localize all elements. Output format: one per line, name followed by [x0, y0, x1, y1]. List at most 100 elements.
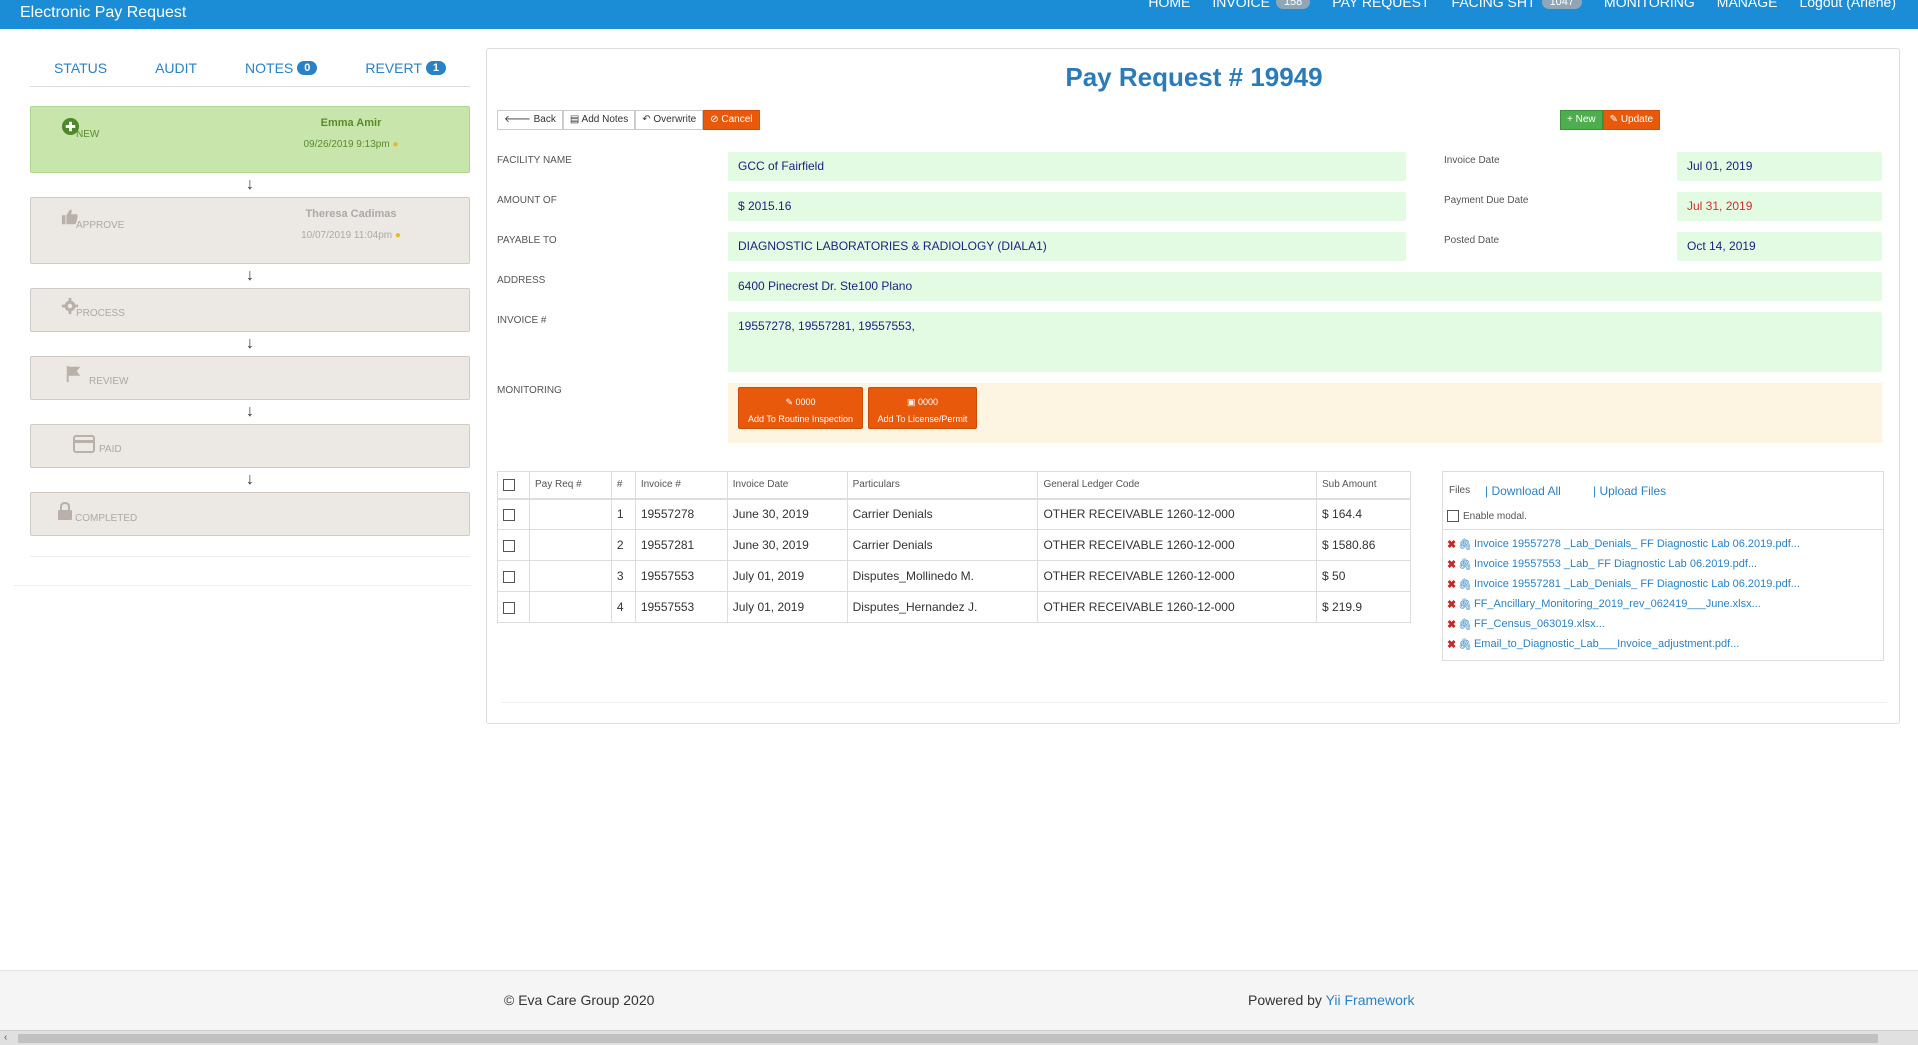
pencil-icon: ✎ — [1609, 114, 1619, 125]
delete-icon[interactable]: ✖ — [1447, 538, 1458, 551]
delete-icon[interactable]: ✖ — [1447, 598, 1458, 611]
stage-new: NEW Emma Amir 09/26/2019 9:13pm ● — [30, 106, 470, 173]
cell-particulars: Disputes_Hernandez J. — [846, 591, 1039, 623]
upload-files-link[interactable]: | Upload Files — [1593, 484, 1666, 498]
enable-modal-checkbox[interactable] — [1447, 510, 1459, 522]
files-title: Files — [1449, 485, 1471, 496]
table-row: 1 19557278 June 30, 2019 Carrier Denials… — [497, 498, 1411, 530]
update-button[interactable]: ✎ Update — [1602, 110, 1661, 130]
stage-completed-label: COMPLETED — [75, 513, 138, 524]
file-link[interactable]: FF_Ancillary_Monitoring_2019_rev_062419_… — [1474, 598, 1761, 610]
list-item: ✖ 🖇 FF_Ancillary_Monitoring_2019_rev_06241… — [1447, 594, 1879, 614]
tab-status[interactable]: STATUS — [54, 60, 107, 76]
nav-pay-request[interactable]: PAY REQUEST — [1332, 0, 1429, 10]
tab-notes[interactable]: NOTES 0 — [245, 60, 318, 76]
cell-particulars: Disputes_Mollinedo M. — [846, 560, 1039, 592]
download-all-link[interactable]: | Download All — [1485, 484, 1561, 498]
notes-count-badge: 0 — [297, 61, 318, 75]
enable-modal-option[interactable]: Enable modal. — [1447, 510, 1527, 522]
tab-audit[interactable]: AUDIT — [155, 60, 197, 76]
tab-revert[interactable]: REVERT 1 — [365, 60, 447, 76]
row-checkbox[interactable] — [503, 601, 515, 614]
amount-field[interactable]: $ 2015.16 — [728, 192, 1406, 221]
posted-date-label: Posted Date — [1444, 235, 1500, 246]
delete-icon[interactable]: ✖ — [1447, 578, 1458, 591]
facility-name-field[interactable]: GCC of Fairfield — [728, 152, 1406, 181]
stage-approve-date: 10/07/2019 11:04pm ● — [251, 230, 451, 241]
nav-manage[interactable]: MANAGE — [1717, 0, 1778, 10]
stage-new-date: 09/26/2019 9:13pm ● — [251, 139, 451, 150]
id-card-icon: ▣ — [906, 397, 916, 407]
list-item: ✖ 🖇 Invoice 19557281 _Lab_Denials_ FF Diag… — [1447, 574, 1879, 594]
new-button[interactable]: + New — [1560, 110, 1603, 130]
files-header: Files | Download All | Upload Files Enab… — [1443, 472, 1883, 530]
divider — [14, 585, 471, 586]
cell-number: 4 — [610, 591, 636, 623]
comment-icon[interactable]: ● — [392, 139, 398, 150]
delete-icon[interactable]: ✖ — [1447, 638, 1458, 651]
cell-invoice-date: June 30, 2019 — [726, 498, 848, 530]
file-link[interactable]: Email_to_Diagnostic_Lab___Invoice_adjust… — [1474, 638, 1739, 650]
row-checkbox[interactable] — [503, 509, 515, 522]
arrow-down-icon: ↓ — [246, 335, 254, 352]
select-all-checkbox[interactable] — [503, 478, 515, 491]
cell-sub-amount: $ 219.9 — [1316, 591, 1411, 623]
cell-sub-amount: $ 1580.86 — [1316, 529, 1411, 561]
cell-particulars: Carrier Denials — [846, 529, 1039, 561]
cell-particulars: Carrier Denials — [846, 498, 1039, 530]
row-checkbox[interactable] — [503, 539, 515, 552]
nav-facing-sheet[interactable]: FACING SHT 1047 — [1452, 0, 1583, 10]
app-title[interactable]: Electronic Pay Request — [20, 4, 186, 22]
tab-revert-label: REVERT — [365, 60, 422, 76]
file-link[interactable]: Invoice 19557281 _Lab_Denials_ FF Diagno… — [1474, 578, 1800, 590]
stage-review: REVIEW — [30, 356, 470, 400]
back-button[interactable]: 🡐 Back — [497, 110, 563, 130]
divider — [501, 702, 1887, 703]
main-nav: HOME INVOICE 158 PAY REQUEST FACING SHT 10… — [1148, 0, 1896, 10]
add-routine-inspection-button[interactable]: ✎ 0000 Add To Routine Inspection — [738, 387, 863, 429]
file-link[interactable]: Invoice 19557278 _Lab_Denials_ FF Diagno… — [1474, 538, 1800, 550]
file-link[interactable]: FF_Census_063019.xlsx... — [1474, 618, 1605, 630]
invoice-date-field[interactable]: Jul 01, 2019 — [1677, 152, 1882, 181]
scroll-left-icon[interactable]: ‹ — [4, 1032, 7, 1043]
address-field[interactable]: 6400 Pinecrest Dr. Ste100 Plano — [728, 272, 1882, 301]
delete-icon[interactable]: ✖ — [1447, 618, 1458, 631]
table-header-row: Pay Req # # Invoice # Invoice Date Parti… — [497, 471, 1411, 500]
stage-process-label: PROCESS — [76, 308, 125, 319]
add-notes-button[interactable]: ▤ Add Notes — [562, 110, 636, 130]
cell-invoice: 19557278 — [634, 498, 728, 530]
comment-icon[interactable]: ● — [395, 230, 401, 241]
cell-invoice: 19557281 — [634, 529, 728, 561]
cancel-button[interactable]: ⊘ Cancel — [703, 110, 760, 130]
nav-logout[interactable]: Logout (Arlene) — [1799, 0, 1896, 10]
nav-monitoring[interactable]: MONITORING — [1604, 0, 1695, 10]
cell-gl-code: OTHER RECEIVABLE 1260-12-000 — [1037, 498, 1318, 530]
row-checkbox[interactable] — [503, 570, 515, 583]
new-button-label: New — [1575, 114, 1596, 125]
cell-gl-code: OTHER RECEIVABLE 1260-12-000 — [1037, 560, 1318, 592]
framework-link[interactable]: Yii Framework — [1326, 992, 1415, 1008]
horizontal-scrollbar[interactable]: ‹ — [0, 1030, 1918, 1045]
facing-sheet-count-badge: 1047 — [1541, 0, 1583, 9]
list-item: ✖ 🖇 Email_to_Diagnostic_Lab___Invoice_adju… — [1447, 634, 1879, 654]
stage-completed: COMPLETED — [30, 492, 470, 536]
invoice-number-field[interactable]: 19557278, 19557281, 19557553, — [728, 312, 1882, 372]
flag-icon — [65, 365, 83, 388]
nav-home[interactable]: HOME — [1148, 0, 1190, 10]
overwrite-button[interactable]: ↶ Overwrite — [635, 110, 704, 130]
payment-due-date-field[interactable]: Jul 31, 2019 — [1677, 192, 1882, 221]
add-license-permit-button[interactable]: ▣ 0000 Add To License/Permit — [868, 387, 977, 429]
nav-invoice[interactable]: INVOICE 158 — [1212, 0, 1311, 10]
row-select-cell — [497, 498, 530, 530]
scrollbar-thumb[interactable] — [18, 1034, 1878, 1043]
delete-icon[interactable]: ✖ — [1447, 558, 1458, 571]
table-row: 4 19557553 July 01, 2019 Disputes_Hernan… — [497, 591, 1411, 623]
posted-date-field[interactable]: Oct 14, 2019 — [1677, 232, 1882, 261]
payable-to-field[interactable]: DIAGNOSTIC LABORATORIES & RADIOLOGY (DIA… — [728, 232, 1406, 261]
cancel-button-label: Cancel — [721, 114, 753, 125]
enable-modal-label: Enable modal. — [1463, 510, 1527, 522]
cell-invoice-date: July 01, 2019 — [726, 591, 848, 623]
file-link[interactable]: Invoice 19557553 _Lab_ FF Diagnostic Lab… — [1474, 558, 1757, 570]
license-code-text: 0000 — [918, 397, 939, 407]
copyright-text: © Eva Care Group 2020 — [504, 992, 655, 1008]
